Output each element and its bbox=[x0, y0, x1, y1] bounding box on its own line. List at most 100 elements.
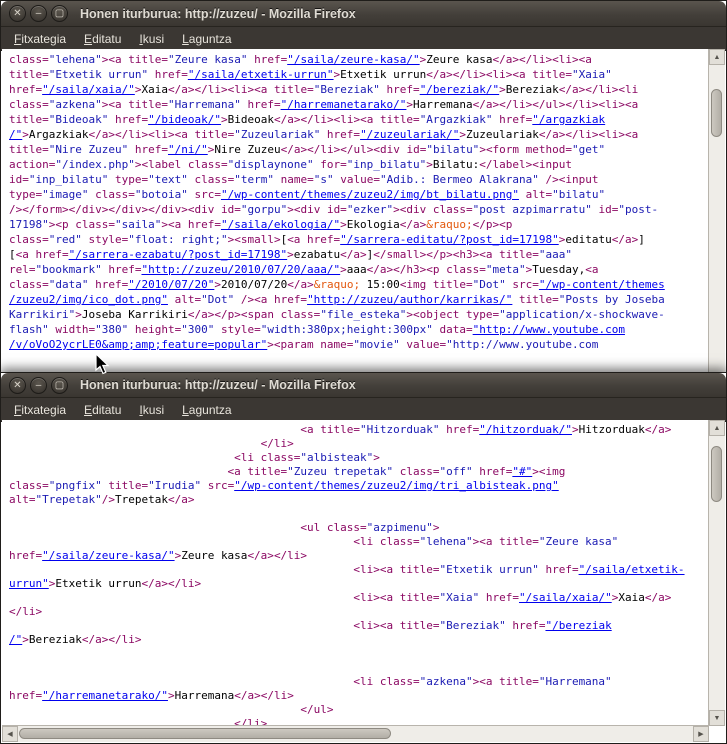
scrollbar-thumb[interactable] bbox=[711, 446, 722, 502]
menu-editatu[interactable]: Editatu bbox=[75, 400, 130, 420]
source-link[interactable]: /zuzeu2/img/ico_dot.png" bbox=[9, 293, 168, 306]
minimize-icon[interactable]: – bbox=[30, 5, 47, 22]
source-link[interactable]: "/wp-content/themes/zuzeu2/img/bt_bilatu… bbox=[221, 188, 519, 201]
source-link[interactable]: urrun" bbox=[9, 577, 49, 590]
source-link[interactable]: "/saila/etxetik-urrun" bbox=[188, 68, 334, 81]
source-line: <li><a title="Bereziak" href="/bereziak bbox=[9, 619, 709, 633]
scroll-right-icon[interactable]: ▶ bbox=[693, 726, 709, 742]
source-link[interactable]: "/bideoak/" bbox=[148, 113, 221, 126]
source-token: </form> bbox=[22, 203, 68, 216]
source-token: href= bbox=[108, 113, 148, 126]
source-token: "s" bbox=[314, 173, 334, 186]
source-link[interactable]: "/ni/" bbox=[168, 143, 208, 156]
source-token: </a> bbox=[539, 128, 566, 141]
source-link[interactable]: "/argazkiak bbox=[532, 113, 605, 126]
source-link[interactable]: "/saila/zeure-kasa/" bbox=[42, 549, 174, 562]
source-token: class= bbox=[9, 53, 49, 66]
source-token: &raquo; bbox=[314, 278, 360, 291]
maximize-icon[interactable]: ▢ bbox=[51, 377, 68, 394]
source-token: > bbox=[267, 338, 274, 351]
source-link[interactable]: "#" bbox=[512, 465, 532, 478]
menu-laguntza[interactable]: Laguntza bbox=[173, 400, 240, 420]
source-link[interactable]: /" bbox=[9, 128, 22, 141]
source-link[interactable]: "/harremanetarako/" bbox=[42, 689, 168, 702]
scroll-left-icon[interactable]: ◀ bbox=[2, 726, 18, 742]
source-token: Tuesday, bbox=[532, 263, 585, 276]
source-token bbox=[9, 591, 353, 604]
source-token: "inp_bilatu" bbox=[29, 173, 108, 186]
source-token: href= bbox=[241, 98, 281, 111]
source-token: height= bbox=[128, 323, 181, 336]
menu-laguntza[interactable]: Laguntza bbox=[173, 29, 240, 49]
source-link[interactable]: "/saila/etxetik- bbox=[579, 563, 685, 576]
source-token: "Harremana" bbox=[539, 675, 612, 688]
source-token: <form method= bbox=[486, 143, 572, 156]
source-token: aaa bbox=[347, 263, 367, 276]
menu-ikusi[interactable]: Ikusi bbox=[130, 29, 173, 49]
source-token: class= bbox=[393, 465, 439, 478]
source-token: <label class= bbox=[141, 158, 227, 171]
scrollbar-thumb[interactable] bbox=[711, 89, 722, 137]
source-link[interactable]: "/sarrera-editatu/?post_id=17198" bbox=[340, 233, 559, 246]
source-link[interactable]: "/hitzorduak/" bbox=[479, 423, 572, 436]
source-link[interactable]: "/wp-content/themes bbox=[539, 278, 665, 291]
titlebar[interactable]: ✕ – ▢ Honen iturburua: http://zuzeu/ - M… bbox=[1, 373, 726, 398]
source-token: </a> bbox=[473, 98, 500, 111]
source-token: <li> bbox=[599, 98, 626, 111]
menubar: FitxategiaEditatuIkusiLaguntza bbox=[1, 398, 726, 422]
close-icon[interactable]: ✕ bbox=[9, 377, 26, 394]
source-token: </a> bbox=[88, 128, 115, 141]
menu-editatu[interactable]: Editatu bbox=[75, 29, 130, 49]
source-link[interactable]: "/wp-content/themes/zuzeu2/img/tri_albis… bbox=[234, 479, 559, 492]
source-token: </li> bbox=[115, 128, 148, 141]
source-link[interactable]: /v/oVoO2ycrLE0&amp;amp;feature=popular" bbox=[9, 338, 267, 351]
source-link[interactable]: /" bbox=[9, 633, 22, 646]
minimize-icon[interactable]: – bbox=[30, 377, 47, 394]
source-token: "aaa" bbox=[539, 248, 572, 261]
source-link[interactable]: "/2010/07/20" bbox=[128, 278, 214, 291]
source-link[interactable]: "/harremanetarako/" bbox=[281, 98, 407, 111]
source-link[interactable]: "http://zuzeu/author/karrikas/" bbox=[307, 293, 512, 306]
source-token: src= bbox=[188, 188, 221, 201]
source-link[interactable]: "http://www.youtube.com bbox=[473, 323, 625, 336]
source-link[interactable]: "http://zuzeu/2010/07/20/aaa/" bbox=[141, 263, 340, 276]
source-token: "Nire Zuzeu" bbox=[49, 143, 128, 156]
source-view[interactable]: class="lehena"><a title="Zeure kasa" hre… bbox=[2, 49, 709, 373]
source-token: "inp_bilatu" bbox=[347, 158, 426, 171]
source-link[interactable]: "/saila/xaia/" bbox=[42, 83, 135, 96]
menu-fitxategia[interactable]: Fitxategia bbox=[5, 400, 75, 420]
source-link[interactable]: "/bereziak bbox=[545, 619, 611, 632]
scroll-up-icon[interactable]: ▲ bbox=[709, 420, 725, 436]
source-link[interactable]: "/saila/ekologia/" bbox=[221, 218, 340, 231]
maximize-icon[interactable]: ▢ bbox=[51, 5, 68, 22]
scroll-down-icon[interactable]: ▼ bbox=[709, 710, 725, 726]
source-view[interactable]: <a title="Hitzorduak" href="/hitzorduak/… bbox=[2, 420, 709, 726]
scroll-up-icon[interactable]: ▲ bbox=[709, 49, 725, 65]
horizontal-scrollbar[interactable]: ◀ ▶ bbox=[2, 725, 709, 742]
vertical-scrollbar[interactable]: ▲ ▼ bbox=[708, 420, 725, 726]
scrollbar-thumb[interactable] bbox=[19, 728, 391, 739]
menu-fitxategia[interactable]: Fitxategia bbox=[5, 29, 75, 49]
source-token: > bbox=[433, 521, 440, 534]
source-link[interactable]: "/zuzeulariak/" bbox=[360, 128, 459, 141]
source-link[interactable]: "/sarrera-ezabatu/?post_id=17198" bbox=[69, 248, 288, 261]
source-token: action= bbox=[9, 158, 55, 171]
source-token: </small> bbox=[373, 248, 426, 261]
source-line: <a title="Zuzeu trepetak" class="off" hr… bbox=[9, 465, 709, 479]
source-line: /></form></div></div></div><div id="gorp… bbox=[9, 202, 709, 217]
vertical-scrollbar[interactable]: ▲ bbox=[708, 49, 725, 373]
source-token: </li> bbox=[9, 605, 42, 618]
titlebar[interactable]: ✕ – ▢ Honen iturburua: http://zuzeu/ - M… bbox=[1, 1, 726, 27]
source-link[interactable]: "/bereziak/" bbox=[420, 83, 499, 96]
source-link[interactable]: "/saila/zeure-kasa/" bbox=[287, 53, 419, 66]
close-icon[interactable]: ✕ bbox=[9, 5, 26, 22]
source-token: </a> bbox=[274, 113, 301, 126]
source-token: "bookmark" bbox=[36, 263, 102, 276]
source-link[interactable]: "/saila/xaia/" bbox=[519, 591, 612, 604]
source-token: Trepetak bbox=[115, 493, 168, 506]
source-token: editatu bbox=[565, 233, 611, 246]
source-token: "Bideoak" bbox=[49, 113, 109, 126]
menu-ikusi[interactable]: Ikusi bbox=[130, 400, 173, 420]
source-token: > bbox=[22, 633, 29, 646]
source-token: "azkena" bbox=[49, 98, 102, 111]
